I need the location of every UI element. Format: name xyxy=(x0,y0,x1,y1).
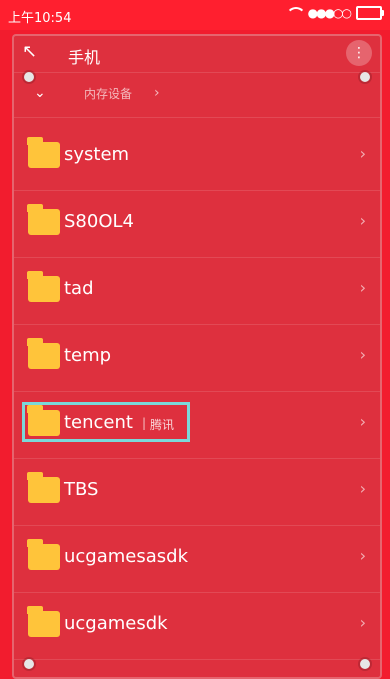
folder-list: system › S80OL4 › tad › temp › tencent |… xyxy=(14,124,380,660)
folder-icon xyxy=(27,539,60,570)
breadcrumb-separator-icon: › xyxy=(154,85,160,101)
folder-name: TBS xyxy=(64,479,99,500)
signal-icon: ●●●○○ xyxy=(307,6,352,20)
wifi-icon xyxy=(285,7,306,19)
folder-icon xyxy=(27,338,60,369)
more-icon: ⋮ xyxy=(352,45,366,61)
clock: 上午10:54 xyxy=(8,11,72,26)
chevron-right-icon: › xyxy=(359,479,366,498)
chevron-right-icon: › xyxy=(359,211,366,230)
chevron-right-icon: › xyxy=(359,613,366,632)
more-button[interactable]: ⋮ xyxy=(346,40,372,66)
page-title: 手机 xyxy=(68,48,101,67)
file-manager-panel: ↖ 手机 ⋮ ⌄ 内存设备 › system › S80OL4 › tad › … xyxy=(12,34,382,679)
list-item[interactable]: temp › xyxy=(14,325,380,392)
folder-name: ucgamesdk xyxy=(64,613,168,634)
status-bar: 上午10:54 ●●●○○ xyxy=(0,0,390,30)
breadcrumb: ⌄ 内存设备 › xyxy=(14,72,380,118)
list-item[interactable]: system › xyxy=(14,124,380,191)
folder-name: tad xyxy=(64,278,94,299)
chevron-right-icon: › xyxy=(359,278,366,297)
tag-divider: | xyxy=(142,416,147,430)
back-button[interactable]: ↖ xyxy=(22,40,46,64)
chevron-down-icon[interactable]: ⌄ xyxy=(34,85,46,101)
chevron-right-icon: › xyxy=(359,345,366,364)
chevron-right-icon: › xyxy=(359,546,366,565)
resize-handle-icon[interactable] xyxy=(24,659,34,669)
battery-icon xyxy=(356,6,384,20)
back-icon: ↖ xyxy=(22,41,38,62)
resize-handle-icon[interactable] xyxy=(360,659,370,669)
list-item-selected[interactable]: tencent | 腾讯 › xyxy=(14,392,380,459)
folder-name: S80OL4 xyxy=(64,211,134,232)
list-item[interactable]: S80OL4 › xyxy=(14,191,380,258)
breadcrumb-item-storage[interactable]: 内存设备 xyxy=(84,85,132,102)
chevron-right-icon: › xyxy=(359,412,366,431)
folder-icon xyxy=(27,606,60,637)
app-header: ↖ 手机 ⋮ xyxy=(14,36,380,72)
chevron-right-icon: › xyxy=(359,144,366,163)
status-icons: ●●●○○ xyxy=(285,6,384,20)
resize-handle-icon[interactable] xyxy=(360,72,370,82)
folder-icon xyxy=(27,137,60,168)
folder-name: system xyxy=(64,144,130,165)
resize-handle-icon[interactable] xyxy=(24,72,34,82)
list-item[interactable]: ucgamesdk › xyxy=(14,593,380,660)
folder-icon xyxy=(27,472,60,503)
folder-tag: 腾讯 xyxy=(150,418,175,432)
folder-name: ucgamesasdk xyxy=(64,546,189,567)
folder-icon xyxy=(27,204,60,235)
list-item[interactable]: TBS › xyxy=(14,459,380,526)
folder-icon xyxy=(27,271,60,302)
list-item[interactable]: ucgamesasdk › xyxy=(14,526,380,593)
list-item[interactable]: tad › xyxy=(14,258,380,325)
folder-icon xyxy=(27,405,60,436)
folder-name: tencent xyxy=(64,412,133,433)
folder-name: temp xyxy=(64,345,112,366)
